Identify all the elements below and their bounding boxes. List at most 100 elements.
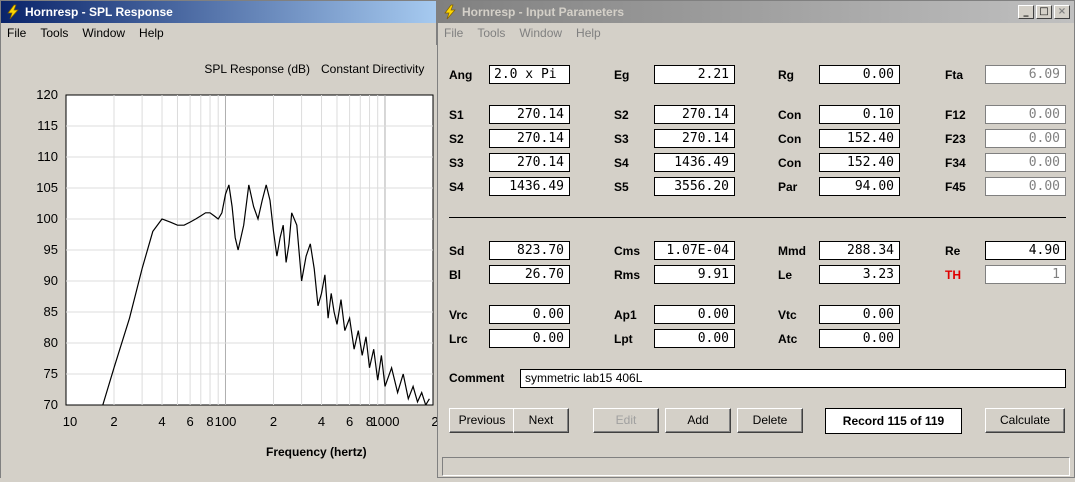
param-field[interactable]: 270.14 — [654, 129, 735, 148]
menu-file[interactable]: File — [444, 26, 463, 40]
previous-button[interactable]: Previous — [449, 408, 515, 433]
spl-titlebar[interactable]: Hornresp - SPL Response — [1, 1, 436, 23]
param-field[interactable]: 152.40 — [819, 153, 900, 172]
param-label: Rms — [614, 268, 641, 282]
param-field[interactable]: 0.00 — [654, 329, 735, 348]
y-tick-label: 95 — [44, 242, 58, 257]
param-field[interactable]: 2.0 x Pi — [489, 65, 570, 84]
param-field[interactable]: 0.00 — [819, 65, 900, 84]
param-label: Lpt — [614, 332, 633, 346]
param-label: Ang — [449, 68, 473, 82]
param-field[interactable]: 0.00 — [819, 305, 900, 324]
param-label: Atc — [778, 332, 798, 346]
param-label: Cms — [614, 244, 641, 258]
param-field[interactable]: 1436.49 — [489, 177, 570, 196]
chart-title: SPL Response (dB) — [204, 62, 310, 76]
param-label: F34 — [945, 156, 966, 170]
maximize-icon[interactable]: □ — [1036, 5, 1052, 19]
param-label: Ap1 — [614, 308, 637, 322]
add-button[interactable]: Add — [665, 408, 731, 433]
param-label: TH — [945, 268, 961, 282]
x-tick-label: 100 — [215, 414, 237, 429]
param-field[interactable]: 0.00 — [985, 177, 1066, 196]
param-field[interactable]: 0.00 — [819, 329, 900, 348]
param-label: S5 — [614, 180, 629, 194]
spl-chart: 12011511010510095908580757010 2 4 6 8 100 2 4 6 8… — [36, 62, 438, 459]
record-indicator: Record 115 of 119 — [825, 408, 962, 434]
menu-help[interactable]: Help — [139, 26, 164, 40]
y-tick-label: 120 — [36, 87, 58, 102]
param-field[interactable]: 270.14 — [489, 129, 570, 148]
param-field[interactable]: 1436.49 — [654, 153, 735, 172]
param-field[interactable]: 2.21 — [654, 65, 735, 84]
x-tick-label: 8 — [206, 414, 213, 429]
param-field[interactable]: 0.00 — [654, 305, 735, 324]
param-label: F45 — [945, 180, 966, 194]
param-field[interactable]: 270.14 — [489, 153, 570, 172]
close-icon[interactable]: × — [1054, 5, 1070, 19]
param-label: S4 — [614, 156, 629, 170]
param-label: F23 — [945, 132, 966, 146]
chart-mode-label: Constant Directivity — [321, 62, 424, 76]
y-tick-label: 85 — [44, 304, 58, 319]
delete-button[interactable]: Delete — [737, 408, 803, 433]
param-field[interactable]: 152.40 — [819, 129, 900, 148]
menu-window[interactable]: Window — [519, 26, 562, 40]
param-label: Con — [778, 132, 802, 146]
param-field[interactable]: 0.00 — [489, 305, 570, 324]
input-parameters-window: Hornresp - Input Parameters _ □ × File T… — [437, 0, 1075, 478]
param-field[interactable]: 94.00 — [819, 177, 900, 196]
minimize-icon[interactable]: _ — [1018, 5, 1034, 19]
x-tick-label: 2 — [270, 414, 277, 429]
spl-response-window: Hornresp - SPL Response File Tools Windo… — [0, 0, 439, 479]
y-tick-label: 115 — [37, 118, 58, 133]
param-field[interactable]: 6.09 — [985, 65, 1066, 84]
spl-menubar: File Tools Window Help — [1, 23, 436, 43]
spl-chart-area: 120 115 110 105 100 95 90 85 80 75 70 10 2 4 6 8 100 2 4 6 8… — [1, 45, 439, 479]
next-button[interactable]: Next — [513, 408, 569, 433]
param-field[interactable]: 288.34 — [819, 241, 900, 260]
param-field[interactable]: 1.07E-04 — [654, 241, 735, 260]
param-field[interactable]: 823.70 — [489, 241, 570, 260]
y-tick-label: 105 — [36, 180, 58, 195]
param-field[interactable]: 4.90 — [985, 241, 1066, 260]
param-label: Con — [778, 156, 802, 170]
input-titlebar[interactable]: Hornresp - Input Parameters _ □ × — [438, 1, 1074, 23]
calculate-button[interactable]: Calculate — [985, 408, 1065, 433]
param-label: Sd — [449, 244, 465, 258]
param-field[interactable]: 3556.20 — [654, 177, 735, 196]
param-field[interactable]: 9.91 — [654, 265, 735, 284]
menu-tools[interactable]: Tools — [477, 26, 505, 40]
param-label: Re — [945, 244, 961, 258]
x-tick-label: 4 — [158, 414, 165, 429]
param-label: S3 — [614, 132, 629, 146]
y-tick-label: 80 — [44, 335, 58, 350]
menu-help[interactable]: Help — [576, 26, 601, 40]
menu-window[interactable]: Window — [82, 26, 125, 40]
param-field[interactable]: 0.10 — [819, 105, 900, 124]
menu-file[interactable]: File — [7, 26, 26, 40]
spl-window-title: Hornresp - SPL Response — [25, 5, 173, 19]
param-label: S2 — [614, 108, 629, 122]
param-field[interactable]: 0.00 — [985, 105, 1066, 124]
param-field[interactable]: 1 — [985, 265, 1066, 284]
param-field[interactable]: 3.23 — [819, 265, 900, 284]
menu-tools[interactable]: Tools — [40, 26, 68, 40]
param-field[interactable]: 0.00 — [985, 153, 1066, 172]
param-field[interactable]: 0.00 — [489, 329, 570, 348]
param-label: S1 — [449, 108, 464, 122]
param-field[interactable]: 0.00 — [985, 129, 1066, 148]
y-tick-label: 110 — [37, 149, 58, 164]
edit-button[interactable]: Edit — [593, 408, 659, 433]
param-label: Le — [778, 268, 793, 282]
param-label: Bl — [449, 268, 461, 282]
comment-label: Comment — [449, 371, 505, 385]
input-menubar: File Tools Window Help — [438, 23, 1074, 43]
param-field[interactable]: 270.14 — [654, 105, 735, 124]
param-field[interactable]: 270.14 — [489, 105, 570, 124]
comment-field[interactable]: symmetric lab15 406L — [520, 369, 1066, 388]
param-field[interactable]: 26.70 — [489, 265, 570, 284]
x-tick-label: 10 — [63, 414, 77, 429]
separator — [449, 217, 1066, 218]
status-bar — [442, 457, 1070, 476]
